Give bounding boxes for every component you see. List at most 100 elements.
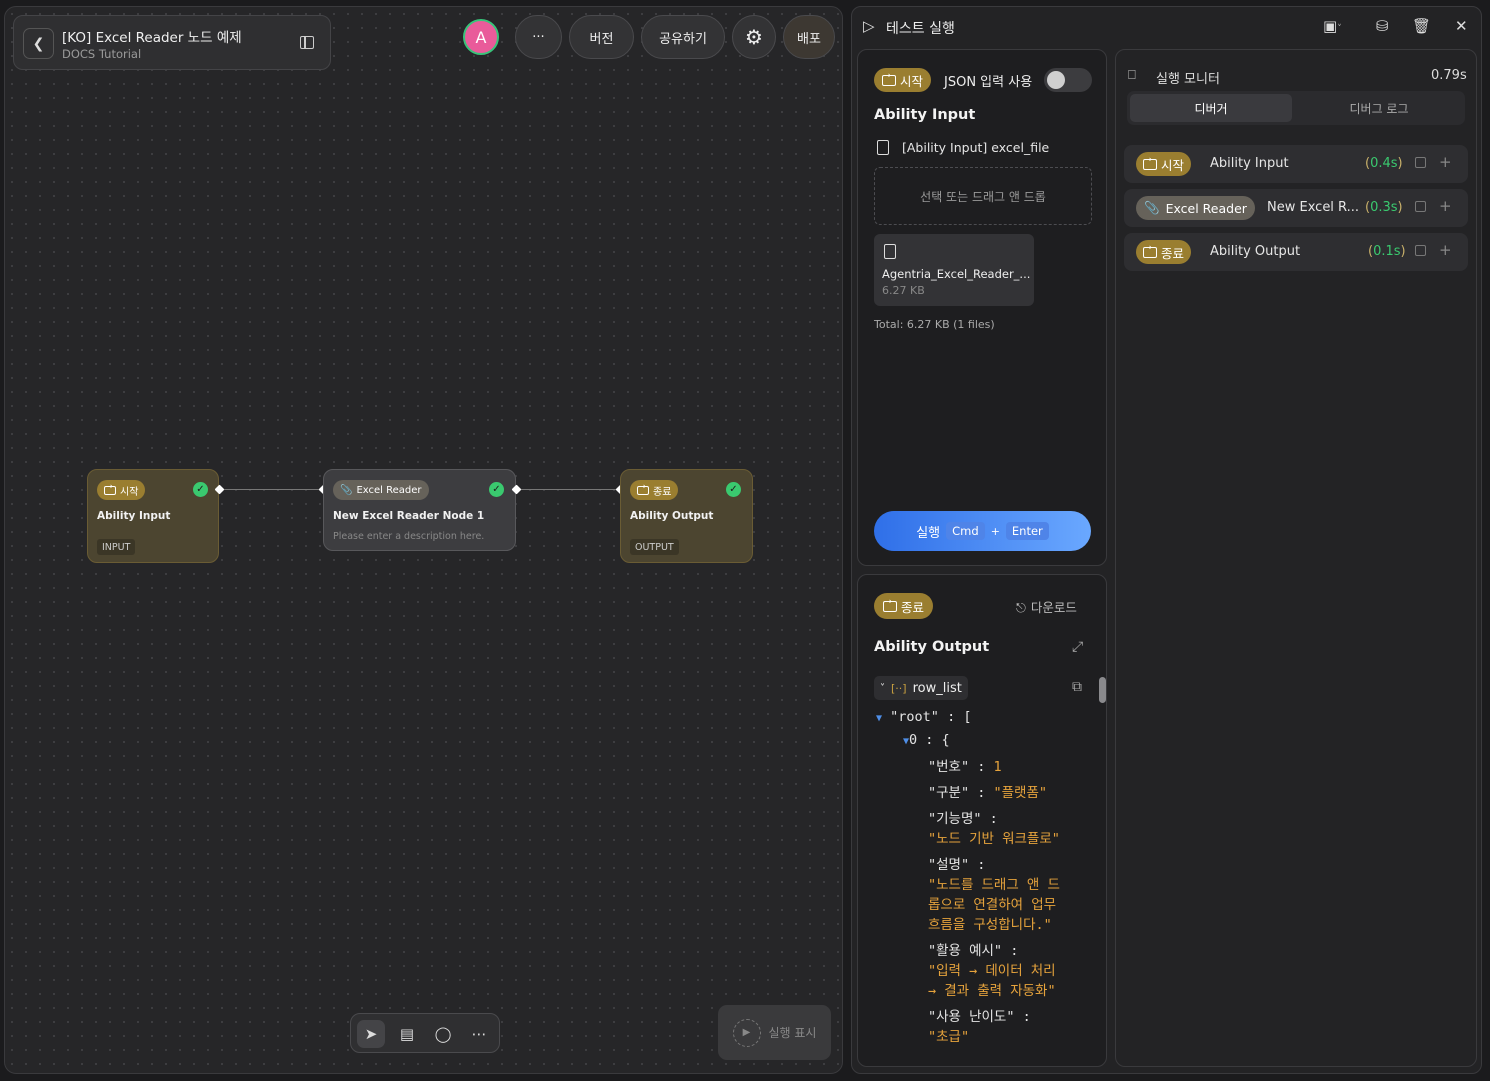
node-excel-badge: 📎 Excel Reader bbox=[333, 480, 429, 500]
more-tools-button[interactable]: ⋯ bbox=[465, 1020, 493, 1048]
more-button[interactable]: ··· bbox=[515, 15, 562, 59]
node-start-tag: INPUT bbox=[97, 539, 136, 555]
node-start-title: Ability Input bbox=[97, 510, 171, 522]
execution-monitor: ⎕ 실행 모니터 0.79s 디버거 디버그 로그 시작 Ability Inp… bbox=[1115, 49, 1477, 1067]
input-start-badge: 시작 bbox=[874, 68, 932, 92]
json-value-line: "초급" bbox=[928, 1029, 970, 1045]
json-field-line: "번호" : 1 bbox=[928, 759, 1002, 775]
settings-button[interactable]: ⚙ bbox=[732, 15, 776, 59]
total-size: Total: 6.27 KB (1 files) bbox=[874, 318, 995, 331]
row-list-field[interactable]: ˅ [··] row_list bbox=[874, 676, 968, 700]
plus-icon[interactable]: + bbox=[1439, 197, 1452, 215]
output-section-title: Ability Output bbox=[874, 639, 990, 655]
json-index-line: ▼0 : { bbox=[903, 732, 950, 748]
sidebar-toggle-icon[interactable] bbox=[300, 36, 314, 49]
layout-icon[interactable]: ▣˅ bbox=[1323, 17, 1342, 35]
edge-start-excel bbox=[221, 489, 323, 490]
exit-icon bbox=[637, 482, 649, 495]
success-check-icon: ✓ bbox=[726, 482, 741, 497]
json-field-line: "구분" : "플랫폼" bbox=[928, 785, 1047, 801]
json-key-line: "사용 난이도" : bbox=[928, 1009, 1031, 1025]
share-button[interactable]: 공유하기 bbox=[641, 15, 725, 59]
tab-debug-log[interactable]: 디버그 로그 bbox=[1298, 94, 1460, 122]
file-name: Agentria_Excel_Reader_... bbox=[882, 267, 1031, 281]
input-section-title: Ability Input bbox=[874, 107, 976, 123]
row-time: (0.1s) bbox=[1368, 244, 1406, 259]
uploaded-file-card[interactable]: Agentria_Excel_Reader_... 6.27 KB bbox=[874, 234, 1034, 306]
enter-icon bbox=[1143, 155, 1157, 170]
file-dropzone[interactable]: 선택 또는 드래그 앤 드롭 bbox=[874, 167, 1092, 225]
row-time: (0.3s) bbox=[1365, 200, 1403, 215]
pointer-tool-button[interactable]: ➤ bbox=[357, 1020, 385, 1048]
monitor-row[interactable]: 📎 Excel Reader New Excel R... (0.3s) + bbox=[1124, 189, 1468, 227]
chevron-left-icon: ❮ bbox=[32, 35, 45, 52]
enter-icon bbox=[882, 71, 896, 86]
monitor-tabs: 디버거 디버그 로그 bbox=[1127, 91, 1465, 125]
output-end-badge: 종료 bbox=[874, 593, 934, 619]
node-start-badge: 시작 bbox=[97, 480, 146, 500]
plus-icon[interactable]: + bbox=[1439, 241, 1452, 259]
paperclip-icon: 📎 bbox=[340, 484, 353, 496]
file-icon bbox=[877, 140, 889, 155]
monitor-row[interactable]: 종료 Ability Output (0.1s) + bbox=[1124, 233, 1468, 271]
workflow-canvas[interactable]: ❮ [KO] Excel Reader 노드 예제 DOCS Tutorial … bbox=[4, 6, 843, 1074]
node-end-tag: OUTPUT bbox=[630, 539, 679, 555]
note-tool-button[interactable]: ▤ bbox=[393, 1020, 421, 1048]
file-icon bbox=[884, 244, 896, 259]
json-input-toggle[interactable] bbox=[1044, 68, 1092, 92]
row-time: (0.4s) bbox=[1365, 156, 1403, 171]
version-button[interactable]: 버전 bbox=[569, 15, 634, 59]
chevron-down-icon: ˅ bbox=[880, 682, 885, 694]
excel-file-field-label: [Ability Input] excel_file bbox=[902, 140, 1050, 155]
copy-icon[interactable] bbox=[1415, 157, 1426, 168]
row-name: New Excel R... bbox=[1267, 200, 1360, 215]
download-button[interactable]: ⎋ 다운로드 bbox=[1016, 597, 1077, 616]
database-icon[interactable]: ⛁ bbox=[1376, 17, 1389, 35]
row-name: Ability Input bbox=[1210, 156, 1289, 171]
run-show-button[interactable]: ▶ 실행 표시 bbox=[718, 1005, 831, 1060]
json-value-line: "노드를 드래그 앤 드 bbox=[928, 877, 1060, 893]
monitor-row[interactable]: 시작 Ability Input (0.4s) + bbox=[1124, 145, 1468, 183]
expand-icon[interactable]: ⤢ bbox=[1072, 639, 1083, 655]
success-check-icon: ✓ bbox=[193, 482, 208, 497]
paperclip-icon: 📎 bbox=[1144, 200, 1160, 215]
row-badge: 📎 Excel Reader bbox=[1136, 196, 1255, 220]
workflow-subtitle: DOCS Tutorial bbox=[62, 47, 142, 61]
test-run-title: 테스트 실행 bbox=[886, 21, 955, 37]
comment-tool-button[interactable]: ◯ bbox=[429, 1020, 457, 1048]
more-icon: ⋯ bbox=[471, 1025, 487, 1043]
node-end-badge: 종료 bbox=[630, 480, 679, 500]
copy-icon[interactable] bbox=[1415, 201, 1426, 212]
copy-icon[interactable]: ⧉ bbox=[1072, 679, 1082, 695]
monitor-total-time: 0.79s bbox=[1431, 68, 1467, 83]
json-value-line: 흐름을 구성합니다." bbox=[928, 917, 1052, 933]
tab-debugger[interactable]: 디버거 bbox=[1130, 94, 1292, 122]
plus-icon[interactable]: + bbox=[1439, 153, 1452, 171]
canvas-toolbar: ➤ ▤ ◯ ⋯ bbox=[350, 1013, 500, 1053]
node-excel-title: New Excel Reader Node 1 bbox=[333, 510, 485, 522]
test-run-panel: ▷ 테스트 실행 ▣˅ ⛁ 🗑 ✕ 시작 JSON 입력 사용 Ability … bbox=[851, 6, 1482, 1074]
output-scrollbar[interactable] bbox=[1099, 677, 1106, 703]
json-key-line: "기능명" : bbox=[928, 811, 998, 827]
row-badge: 종료 bbox=[1136, 240, 1192, 264]
json-value-line: → 결과 출력 자동화" bbox=[928, 983, 1056, 999]
deploy-button[interactable]: 배포 bbox=[783, 15, 835, 59]
trash-icon[interactable]: 🗑 bbox=[1412, 17, 1431, 35]
run-button[interactable]: 실행 Cmd + Enter bbox=[874, 511, 1091, 551]
monitor-title: 실행 모니터 bbox=[1156, 72, 1220, 87]
row-badge: 시작 bbox=[1136, 152, 1192, 176]
node-end[interactable]: 종료 ✓ Ability Output OUTPUT bbox=[620, 469, 753, 563]
avatar[interactable]: A bbox=[463, 19, 499, 55]
output-section: 종료 ⎋다운로드 Ability Output ⤢ ˅ [··] row_lis… bbox=[857, 574, 1107, 1067]
node-excel-reader[interactable]: 📎 Excel Reader ✓ New Excel Reader Node 1 … bbox=[323, 469, 516, 551]
json-root-line: ▼ "root" : [ bbox=[876, 709, 972, 725]
note-icon: ▤ bbox=[399, 1025, 415, 1043]
copy-icon[interactable] bbox=[1415, 245, 1426, 256]
workflow-title-card: ❮ [KO] Excel Reader 노드 예제 DOCS Tutorial bbox=[13, 15, 331, 70]
close-icon[interactable]: ✕ bbox=[1455, 17, 1468, 35]
json-value-line: "입력 → 데이터 처리 bbox=[928, 963, 1056, 979]
node-end-title: Ability Output bbox=[630, 510, 714, 522]
node-start[interactable]: 시작 ✓ Ability Input INPUT bbox=[87, 469, 219, 563]
back-button[interactable]: ❮ bbox=[23, 28, 54, 59]
json-toggle-label: JSON 입력 사용 bbox=[944, 75, 1033, 90]
